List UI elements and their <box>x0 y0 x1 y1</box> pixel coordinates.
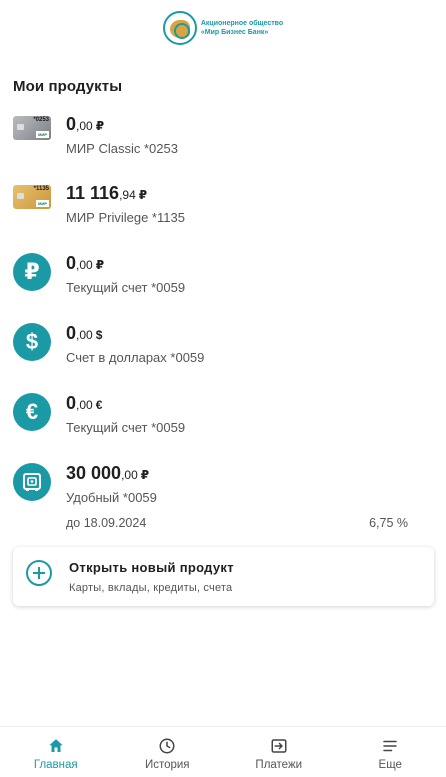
bank-logo: Акционерное общество «Мир Бизнес Банк» <box>162 11 284 45</box>
payment-icon <box>271 739 287 753</box>
product-title: Текущий счет *0059 <box>66 420 186 435</box>
logo-line-2: «Мир Бизнес Банк» <box>200 29 269 36</box>
nav-payments-label: Платежи <box>255 759 303 771</box>
app-header: Акционерное общество «Мир Бизнес Банк» <box>0 0 446 56</box>
open-product-subtitle: Карты, вклады, кредиты, счета <box>69 582 233 594</box>
lion-logo-icon <box>162 11 197 45</box>
product-item-ruble-account[interactable]: ₽ 0,00 ₽ Текущий счет *0059 <box>13 253 433 313</box>
dollar-icon: $ <box>13 323 51 361</box>
ruble-icon: ₽ <box>13 253 51 291</box>
card-privilege-icon: *1135 МИР <box>13 185 51 209</box>
safe-icon <box>13 463 51 501</box>
nav-history-label: История <box>144 759 190 771</box>
nav-history[interactable]: История <box>112 727 224 777</box>
product-title: Удобный *0059 <box>66 490 157 505</box>
product-balance: 0,00 ₽ <box>66 114 105 134</box>
product-balance: 0,00 € <box>66 393 103 413</box>
menu-icon <box>383 740 397 752</box>
product-item-mir-privilege[interactable]: *1135 МИР 11 116,94 ₽ МИР Privilege *1135 <box>13 183 433 243</box>
deposit-rate: 6,75 % <box>369 516 408 530</box>
nav-home[interactable]: Главная <box>0 727 112 777</box>
nav-more-label: Еще <box>378 759 402 771</box>
card-classic-icon: *0253 МИР <box>13 116 51 140</box>
euro-icon: € <box>13 393 51 431</box>
open-new-product-button[interactable]: Открыть новый продукт Карты, вклады, кре… <box>13 547 434 606</box>
product-balance: 0,00 $ <box>66 323 103 343</box>
nav-home-label: Главная <box>33 759 78 771</box>
product-title: МИР Classic *0253 <box>66 141 178 156</box>
open-product-title: Открыть новый продукт <box>69 560 234 575</box>
nav-payments[interactable]: Платежи <box>223 727 335 777</box>
product-item-deposit[interactable]: 30 000,00 ₽ Удобный *0059 <box>13 463 433 523</box>
home-icon <box>49 739 63 752</box>
product-item-euro-account[interactable]: € 0,00 € Текущий счет *0059 <box>13 393 433 453</box>
plus-circle-icon <box>26 560 52 586</box>
logo-line-1: Акционерное общество <box>200 20 284 27</box>
product-item-mir-classic[interactable]: *0253 МИР 0,00 ₽ МИР Classic *0253 <box>13 114 433 174</box>
product-balance: 0,00 ₽ <box>66 253 105 273</box>
clock-icon <box>159 738 175 754</box>
deposit-end-date: до 18.09.2024 <box>66 516 147 530</box>
product-item-dollar-account[interactable]: $ 0,00 $ Счет в долларах *0059 <box>13 323 433 383</box>
product-title: МИР Privilege *1135 <box>66 210 185 225</box>
product-balance: 11 116,94 ₽ <box>66 183 148 203</box>
section-title: Мои продукты <box>13 78 123 95</box>
product-balance: 30 000,00 ₽ <box>66 463 150 483</box>
product-title: Счет в долларах *0059 <box>66 350 205 365</box>
deposit-details: до 18.09.2024 6,75 % <box>66 516 408 530</box>
bottom-navigation: Главная История Платежи Еще <box>0 726 446 777</box>
product-title: Текущий счет *0059 <box>66 280 186 295</box>
nav-more[interactable]: Еще <box>335 727 446 777</box>
